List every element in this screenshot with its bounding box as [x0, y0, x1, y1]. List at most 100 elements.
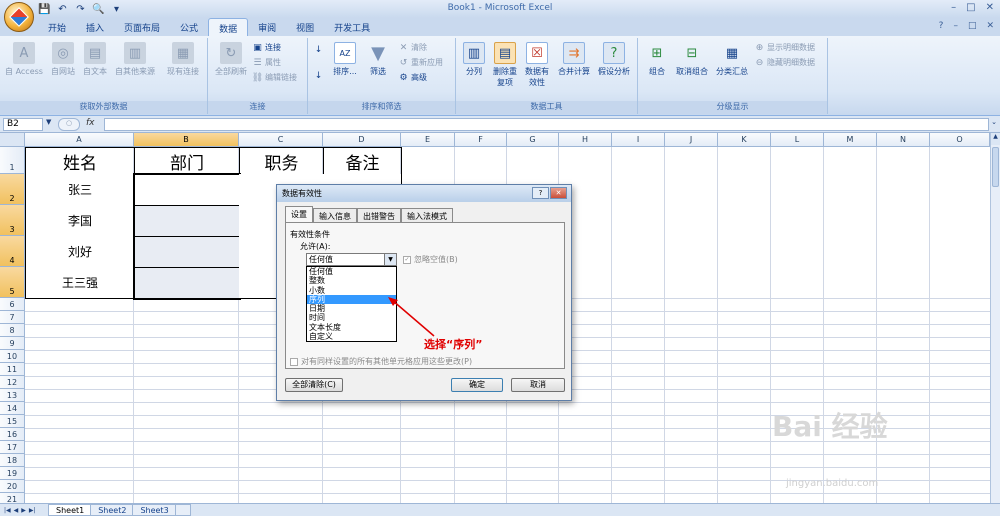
vertical-scrollbar[interactable]: ▲: [990, 133, 1000, 503]
column-header-e[interactable]: E: [401, 133, 455, 147]
ungroup-button[interactable]: ⊟ 取消组合: [672, 42, 712, 77]
row-header-9[interactable]: 9: [0, 337, 25, 350]
chevron-down-icon[interactable]: ▼: [384, 254, 396, 265]
from-text-button[interactable]: ▤ 自文本: [80, 42, 110, 77]
connections-button[interactable]: ▣ 连接: [252, 42, 281, 53]
cell-a4[interactable]: 刘好: [25, 236, 135, 268]
row-header-5[interactable]: 5: [0, 267, 25, 298]
ribbon-restore-icon[interactable]: □: [968, 21, 977, 31]
insert-function-icon[interactable]: fx: [86, 118, 95, 128]
dialog-close-icon[interactable]: ✕: [550, 187, 567, 199]
row-header-8[interactable]: 8: [0, 324, 25, 337]
ribbon-minimize-icon[interactable]: –: [953, 21, 958, 31]
column-header-d[interactable]: D: [323, 133, 401, 147]
subtotal-button[interactable]: ▦ 分类汇总: [712, 42, 752, 77]
tab-review[interactable]: 审阅: [248, 18, 286, 36]
scroll-up-icon[interactable]: ▲: [991, 133, 1000, 145]
row-header-11[interactable]: 11: [0, 363, 25, 376]
insert-sheet-icon[interactable]: [174, 504, 191, 516]
edit-links-button[interactable]: ⛓ 编辑链接: [252, 72, 297, 83]
consolidate-button[interactable]: ⇉ 合并计算: [556, 42, 592, 77]
minimize-icon[interactable]: –: [951, 2, 956, 13]
redo-icon[interactable]: ↷: [74, 3, 87, 15]
tab-view[interactable]: 视图: [286, 18, 324, 36]
cell-d1[interactable]: 备注: [323, 147, 402, 175]
select-all-corner[interactable]: [0, 133, 25, 147]
cell-a2[interactable]: 张三: [25, 174, 135, 206]
cancel-button[interactable]: 取消: [511, 378, 565, 392]
column-header-f[interactable]: F: [455, 133, 507, 147]
apply-all-checkbox[interactable]: 对有同样设置的所有其他单元格应用这些更改(P): [290, 356, 472, 367]
row-header-18[interactable]: 18: [0, 454, 25, 467]
formula-input[interactable]: [104, 118, 989, 131]
row-header-20[interactable]: 20: [0, 480, 25, 493]
option-time[interactable]: 时间: [307, 313, 396, 322]
clear-all-button[interactable]: 全部清除(C): [285, 378, 343, 392]
reapply-button[interactable]: ↺ 重新应用: [398, 57, 443, 68]
row-header-12[interactable]: 12: [0, 376, 25, 389]
remove-duplicates-button[interactable]: ▤ 删除重复项: [490, 42, 520, 88]
sheet-tab-sheet2[interactable]: Sheet2: [90, 504, 135, 516]
filter-button[interactable]: ▼ 筛选: [364, 42, 392, 77]
row-header-3[interactable]: 3: [0, 205, 25, 236]
row-header-21[interactable]: 21: [0, 493, 25, 503]
allow-dropdown-list[interactable]: 任何值 整数 小数 序列 日期 时间 文本长度 自定义: [306, 266, 397, 342]
row-header-17[interactable]: 17: [0, 441, 25, 454]
row-header-2[interactable]: 2: [0, 174, 25, 205]
column-header-n[interactable]: N: [877, 133, 930, 147]
column-header-a[interactable]: A: [25, 133, 134, 147]
row-header-14[interactable]: 14: [0, 402, 25, 415]
tab-home[interactable]: 开始: [38, 18, 76, 36]
tab-data[interactable]: 数据: [208, 18, 249, 36]
prev-sheet-icon[interactable]: ◀: [14, 507, 19, 514]
column-header-l[interactable]: L: [771, 133, 824, 147]
hide-detail-button[interactable]: ⊖ 隐藏明细数据: [754, 57, 815, 68]
text-to-columns-button[interactable]: ▥ 分列: [460, 42, 488, 77]
scrollbar-thumb[interactable]: [992, 147, 999, 187]
refresh-all-button[interactable]: ↻ 全部刷新: [211, 42, 251, 77]
dialog-tab-error-alert[interactable]: 出错警告: [357, 208, 401, 222]
row-header-13[interactable]: 13: [0, 389, 25, 402]
column-header-i[interactable]: I: [612, 133, 665, 147]
sort-desc-button[interactable]: ↓: [313, 70, 324, 81]
column-header-b[interactable]: B: [134, 133, 239, 147]
advanced-filter-button[interactable]: ⚙ 高级: [398, 72, 427, 83]
existing-connections-button[interactable]: ▦ 现有连接: [162, 42, 204, 77]
sheet-tab-sheet3[interactable]: Sheet3: [132, 504, 177, 516]
tab-page-layout[interactable]: 页面布局: [114, 18, 170, 36]
from-web-button[interactable]: ◎ 自网站: [46, 42, 80, 77]
option-text-length[interactable]: 文本长度: [307, 323, 396, 332]
column-header-h[interactable]: H: [559, 133, 612, 147]
row-header-6[interactable]: 6: [0, 298, 25, 311]
name-box[interactable]: B2: [3, 118, 43, 131]
save-icon[interactable]: 💾: [38, 3, 51, 15]
first-sheet-icon[interactable]: |◀: [4, 507, 11, 514]
maximize-icon[interactable]: □: [966, 2, 975, 13]
tab-developer[interactable]: 开发工具: [324, 18, 380, 36]
column-header-k[interactable]: K: [718, 133, 771, 147]
row-header-10[interactable]: 10: [0, 350, 25, 363]
expand-formula-icon[interactable]: ⌄: [991, 118, 997, 126]
option-whole-number[interactable]: 整数: [307, 276, 396, 285]
from-access-button[interactable]: A自 Access: [4, 42, 44, 77]
sort-asc-button[interactable]: ↓: [313, 44, 324, 55]
undo-icon[interactable]: ↶: [56, 3, 69, 15]
column-header-g[interactable]: G: [507, 133, 559, 147]
column-header-m[interactable]: M: [824, 133, 877, 147]
clear-filter-button[interactable]: ✕ 清除: [398, 42, 427, 53]
dialog-tab-settings[interactable]: 设置: [285, 206, 313, 222]
close-icon[interactable]: ✕: [986, 2, 994, 13]
ribbon-close-icon[interactable]: ✕: [986, 21, 994, 31]
data-validation-button[interactable]: ☒ 数据有效性: [522, 42, 552, 88]
tab-formulas[interactable]: 公式: [170, 18, 208, 36]
row-header-19[interactable]: 19: [0, 467, 25, 480]
name-box-dropdown-icon[interactable]: ▼: [46, 118, 51, 126]
print-preview-icon[interactable]: 🔍: [92, 3, 105, 15]
what-if-analysis-button[interactable]: ? 假设分析: [594, 42, 634, 77]
ok-button[interactable]: 确定: [451, 378, 503, 392]
formula-cancel-icon[interactable]: ○: [58, 118, 80, 131]
sheet-tab-sheet1[interactable]: Sheet1: [48, 504, 93, 516]
column-header-o[interactable]: O: [930, 133, 990, 147]
cell-a3[interactable]: 李国: [25, 205, 135, 237]
last-sheet-icon[interactable]: ▶|: [29, 507, 36, 514]
